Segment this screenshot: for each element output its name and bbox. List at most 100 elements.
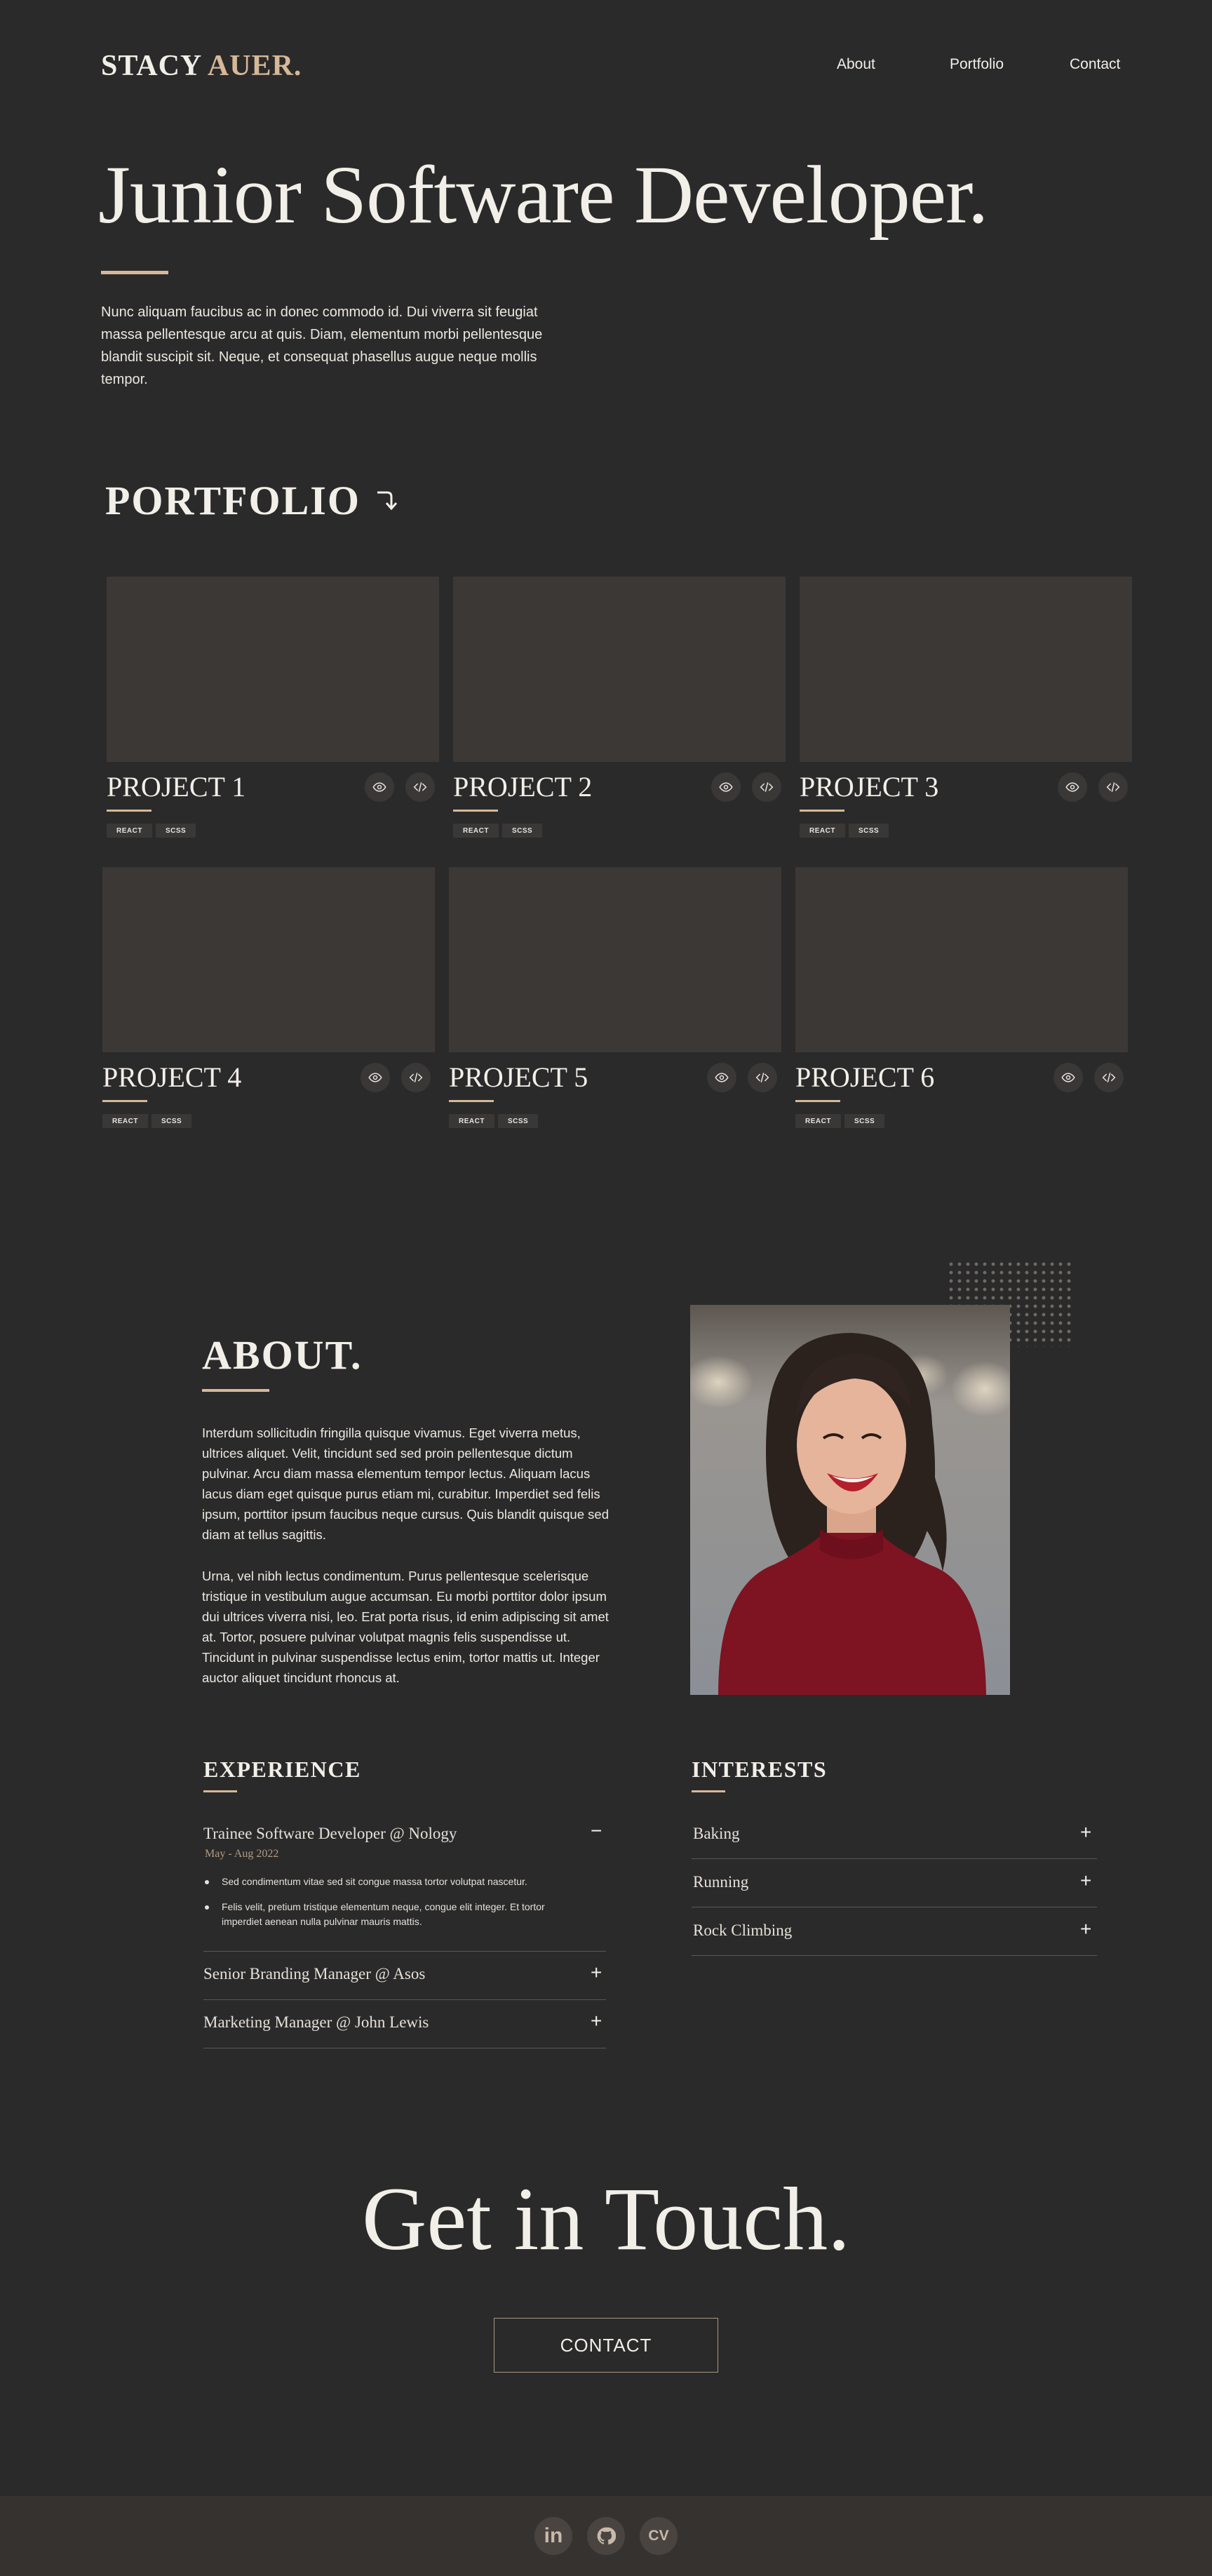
experience-bullet-2: Felis velit, pretium tristique elementum… [222,1901,545,1927]
linkedin-icon[interactable]: in [534,2517,572,2555]
project-title-divider [102,1100,147,1102]
expand-icon[interactable]: + [591,1961,602,1984]
project-card[interactable]: PROJECT 2 REACT SCSS [453,577,786,843]
portfolio-heading: PORTFOLIO [105,478,361,523]
source-code-button[interactable] [401,1063,431,1092]
about-divider [202,1389,269,1392]
preview-button[interactable] [707,1063,736,1092]
project-card[interactable]: PROJECT 4 REACT SCSS [102,867,435,1134]
expand-icon[interactable]: + [1080,1821,1091,1844]
experience-bullet-1: Sed condimentum vitae sed sit congue mas… [222,1876,527,1887]
source-code-button[interactable] [748,1063,777,1092]
arrow-down-right-icon [377,491,398,511]
footer: in CV [0,2496,1212,2576]
code-icon [1106,782,1120,792]
eye-icon [372,782,386,792]
code-icon [413,782,427,792]
site-logo[interactable]: STACY AUER. [101,49,302,83]
eye-icon [368,1073,382,1082]
nav-portfolio[interactable]: Portfolio [950,56,1004,73]
tag-react: REACT [107,824,152,838]
project-title: PROJECT 3 [800,771,939,803]
divider [203,1951,606,1952]
interest-item-running-label[interactable]: Running [693,1873,748,1891]
project-title: PROJECT 5 [449,1061,588,1093]
bullet-point [205,1905,209,1910]
preview-button[interactable] [361,1063,390,1092]
source-code-button[interactable] [1098,772,1128,802]
tag-react: REACT [795,1114,841,1128]
divider [692,1955,1097,1956]
interest-item-baking-label[interactable]: Baking [693,1825,739,1843]
github-logo-icon [597,2527,616,2545]
project-thumbnail[interactable] [800,577,1132,762]
hero-text: Nunc aliquam faucibus ac in donec commod… [101,304,543,387]
project-title: PROJECT 6 [795,1061,935,1093]
project-card[interactable]: PROJECT 3 REACT SCSS [800,577,1132,843]
tag-scss: SCSS [156,824,196,838]
contact-title: Get in Touch. [361,2169,851,2269]
github-icon[interactable] [587,2517,625,2555]
hero-title: Junior Software Developer. [98,149,988,241]
hero-divider [101,271,168,274]
project-card[interactable]: PROJECT 1 REACT SCSS [107,577,439,843]
project-card[interactable]: PROJECT 6 REACT SCSS [795,867,1128,1134]
eye-icon [719,782,733,792]
code-icon [1102,1073,1116,1082]
experience-divider [203,1790,237,1792]
about-paragraph-2: Urna, vel nibh lectus condimentum. Purus… [202,1569,609,1685]
contact-button[interactable]: CONTACT [494,2318,718,2373]
experience-heading: EXPERIENCE [203,1757,361,1782]
expand-icon[interactable]: + [1080,1870,1091,1892]
project-thumbnail[interactable] [102,867,435,1052]
code-icon [755,1073,769,1082]
tag-react: REACT [453,824,499,838]
preview-button[interactable] [365,772,394,802]
interest-item-rock-climbing-label[interactable]: Rock Climbing [693,1921,792,1940]
preview-button[interactable] [1053,1063,1083,1092]
eye-icon [1065,782,1079,792]
code-icon [409,1073,423,1082]
divider [692,1858,1097,1859]
project-title: PROJECT 1 [107,771,246,803]
logo-last-name: AUER. [207,50,302,82]
source-code-button[interactable] [752,772,781,802]
preview-button[interactable] [711,772,741,802]
project-thumbnail[interactable] [449,867,781,1052]
interests-heading: INTERESTS [692,1757,828,1782]
code-icon [760,782,774,792]
tag-scss: SCSS [498,1114,539,1128]
project-thumbnail[interactable] [795,867,1128,1052]
source-code-button[interactable] [405,772,435,802]
experience-date: May - Aug 2022 [205,1848,279,1860]
tag-react: REACT [800,824,845,838]
profile-photo [690,1305,1010,1695]
linkedin-label: in [544,2524,563,2547]
project-thumbnail[interactable] [453,577,786,762]
cv-label: CV [648,2528,669,2544]
preview-button[interactable] [1058,772,1087,802]
collapse-icon[interactable]: − [591,1820,602,1842]
divider [203,1999,606,2000]
project-title-divider [453,810,498,812]
experience-item-asos-label[interactable]: Senior Branding Manager @ Asos [203,1965,425,1983]
nav-about[interactable]: About [837,56,875,73]
nav-contact[interactable]: Contact [1070,56,1120,73]
project-title-divider [800,810,844,812]
bullet-point [205,1880,209,1884]
about-paragraph-1: Interdum sollicitudin fringilla quisque … [202,1425,609,1542]
expand-icon[interactable]: + [591,2010,602,2032]
project-title: PROJECT 2 [453,771,593,803]
tag-react: REACT [102,1114,148,1128]
tag-scss: SCSS [844,1114,885,1128]
project-title-divider [795,1100,840,1102]
experience-item-john-lewis-label[interactable]: Marketing Manager @ John Lewis [203,2013,429,2032]
tag-scss: SCSS [152,1114,192,1128]
experience-item-nology-label[interactable]: Trainee Software Developer @ Nology [203,1825,457,1843]
eye-icon [715,1073,729,1082]
cv-icon[interactable]: CV [640,2517,678,2555]
source-code-button[interactable] [1094,1063,1124,1092]
project-card[interactable]: PROJECT 5 REACT SCSS [449,867,781,1134]
expand-icon[interactable]: + [1080,1918,1091,1940]
project-thumbnail[interactable] [107,577,439,762]
